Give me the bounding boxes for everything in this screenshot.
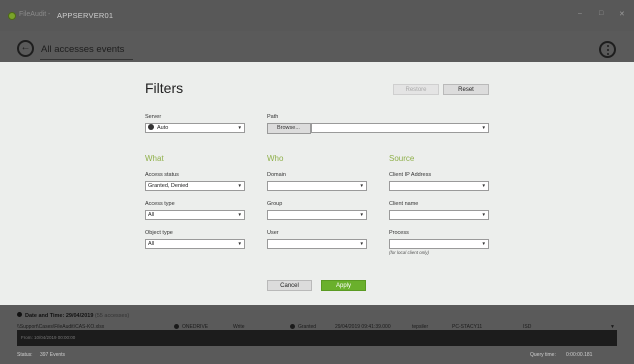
section-what: What [145, 154, 164, 163]
app-logo-icon [8, 12, 16, 20]
collapse-icon [17, 312, 22, 317]
chevron-down-icon: ▼ [481, 212, 486, 217]
access-status-value: Granted, Denied [148, 183, 189, 189]
object-type-value: All [148, 241, 155, 247]
process-hint: (for local client only) [389, 250, 430, 255]
page-title: All accesses events [41, 44, 125, 55]
chevron-down-icon: ▼ [481, 125, 486, 130]
check-circle-icon [290, 324, 295, 329]
access-status-select[interactable]: Granted, Denied ▼ [145, 181, 245, 191]
events-count: 397 Events [40, 352, 66, 358]
path-label: Path [267, 114, 279, 120]
group-label: Group [267, 201, 283, 207]
chevron-down-icon: ▼ [481, 241, 486, 246]
chevron-down-icon: ▼ [237, 125, 242, 130]
process-select[interactable]: ▼ [389, 239, 489, 249]
query-time-label: Query time: [530, 352, 556, 358]
back-arrow-icon[interactable]: ← [17, 40, 34, 57]
section-source: Source [389, 154, 415, 163]
minimize-icon[interactable]: – [578, 10, 582, 17]
more-vertical-icon[interactable] [599, 41, 616, 58]
process-label: Process [389, 230, 409, 236]
page-header: ← All accesses events [0, 31, 634, 62]
access-type-label: Access type [145, 201, 175, 207]
group-header[interactable]: Date and Time: 29/04/2019 (55 accesses) [17, 312, 129, 319]
chevron-down-icon: ▼ [237, 212, 242, 217]
path-select[interactable]: ▼ [311, 123, 489, 133]
server-label: Server [145, 114, 162, 120]
cloud-icon [174, 324, 179, 329]
filters-panel: Filters Restore Reset Server Auto ▼ Path… [0, 62, 634, 305]
domain-label: Domain [267, 172, 286, 178]
close-icon[interactable]: ✕ [619, 10, 625, 18]
client-ip-label: Client IP Address [389, 172, 432, 178]
client-ip-select[interactable]: ▼ [389, 181, 489, 191]
client-name-label: Client name [389, 201, 419, 207]
app-name: FileAudit [19, 11, 47, 18]
chevron-down-icon: ▼ [359, 212, 364, 217]
chevron-down-icon: ▼ [237, 241, 242, 246]
user-select[interactable]: ▼ [267, 239, 367, 249]
title-separator: - [48, 11, 51, 18]
server-value: Auto [157, 125, 169, 131]
server-select[interactable]: Auto ▼ [145, 123, 245, 133]
maximize-icon[interactable]: □ [599, 10, 603, 17]
date-range-bar [17, 330, 617, 346]
chevron-down-icon: ▼ [481, 183, 486, 188]
query-time-value: 0:00:00.181 [566, 352, 593, 358]
chevron-down-icon: ▼ [237, 183, 242, 188]
restore-button[interactable]: Restore [393, 84, 439, 95]
date-range-text: From: 10/04/2019 00:00:00 [21, 335, 76, 340]
filters-title: Filters [145, 80, 184, 96]
status-label: Status: [17, 352, 33, 358]
group-count: (55 accesses) [94, 313, 130, 319]
chevron-down-icon: ▼ [359, 241, 364, 246]
object-type-label: Object type [145, 230, 173, 236]
title-underline [40, 59, 133, 60]
browse-button[interactable]: Browse... [267, 123, 311, 134]
access-status-label: Access status [145, 172, 179, 178]
gear-icon [148, 124, 154, 130]
server-name: APPSERVER01 [57, 11, 114, 20]
client-name-select[interactable]: ▼ [389, 210, 489, 220]
user-label: User [267, 230, 279, 236]
cancel-button[interactable]: Cancel [267, 280, 312, 291]
chevron-down-icon: ▼ [359, 183, 364, 188]
group-select[interactable]: ▼ [267, 210, 367, 220]
reset-button[interactable]: Reset [443, 84, 489, 95]
group-label: Date and Time: 29/04/2019 [25, 313, 94, 319]
title-bar: FileAudit - APPSERVER01 – □ ✕ [0, 0, 634, 31]
section-who: Who [267, 154, 284, 163]
object-type-select[interactable]: All ▼ [145, 239, 245, 249]
apply-button[interactable]: Apply [321, 280, 366, 291]
domain-select[interactable]: ▼ [267, 181, 367, 191]
access-type-value: All [148, 212, 155, 218]
access-type-select[interactable]: All ▼ [145, 210, 245, 220]
